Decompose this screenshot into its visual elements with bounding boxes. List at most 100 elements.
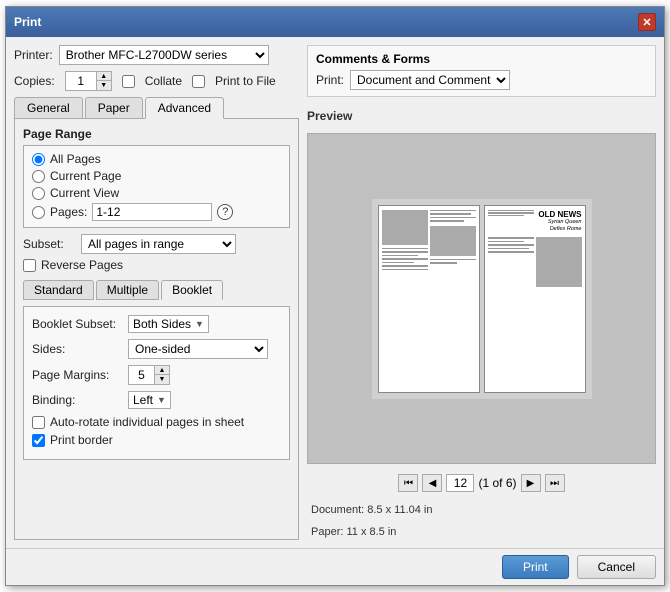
reverse-pages-label: Reverse Pages <box>41 258 123 272</box>
auto-rotate-label: Auto-rotate individual pages in sheet <box>50 415 244 429</box>
left-panel: Printer: Brother MFC-L2700DW series Copi… <box>14 45 299 540</box>
dialog-body: Printer: Brother MFC-L2700DW series Copi… <box>6 37 664 548</box>
nav-prev-button[interactable]: ◀ <box>422 474 442 492</box>
all-pages-row: All Pages <box>32 152 281 166</box>
binding-value: Left <box>133 393 153 407</box>
current-view-label: Current View <box>50 186 119 200</box>
copies-spinner[interactable]: ▲ ▼ <box>65 71 112 91</box>
printer-row: Printer: Brother MFC-L2700DW series <box>14 45 299 65</box>
binding-arrow: ▼ <box>157 395 166 405</box>
preview-subheadline2: Defies Rome <box>536 226 582 233</box>
copies-down-button[interactable]: ▼ <box>97 81 111 90</box>
preview-subheadline1: Syrian Queen <box>536 219 582 226</box>
binding-dropdown[interactable]: Left ▼ <box>128 391 171 409</box>
auto-rotate-row: Auto-rotate individual pages in sheet <box>32 415 281 429</box>
cancel-button[interactable]: Cancel <box>577 555 656 579</box>
sides-select[interactable]: One-sided <box>128 339 268 359</box>
copies-label: Copies: <box>14 74 55 88</box>
print-to-file-checkbox[interactable] <box>192 75 205 88</box>
comments-print-select[interactable]: Document and Comments <box>350 70 510 90</box>
reverse-pages-checkbox[interactable] <box>23 259 36 272</box>
sides-label: Sides: <box>32 342 122 356</box>
printer-label: Printer: <box>14 48 53 62</box>
page-range-box: All Pages Current Page Current View <box>23 145 290 228</box>
current-page-row: Current Page <box>32 169 281 183</box>
comments-forms-title: Comments & Forms <box>316 52 647 66</box>
nav-last-button[interactable]: ⏭ <box>545 474 565 492</box>
right-panel: Comments & Forms Print: Document and Com… <box>307 45 656 540</box>
pages-row: Pages: ? <box>32 203 281 221</box>
nav-page-input[interactable] <box>446 474 474 492</box>
margins-label: Page Margins: <box>32 368 122 382</box>
booklet-subset-row: Booklet Subset: Both Sides ▼ <box>32 315 281 333</box>
margins-input[interactable] <box>129 367 154 383</box>
all-pages-label: All Pages <box>50 152 101 166</box>
subset-label: Subset: <box>23 237 73 251</box>
copies-spin-buttons: ▲ ▼ <box>96 72 111 90</box>
auto-rotate-checkbox[interactable] <box>32 416 45 429</box>
page-range-title: Page Range <box>23 127 290 141</box>
preview-nav: ⏮ ◀ (1 of 6) ▶ ⏭ <box>307 470 656 496</box>
margins-row: Page Margins: ▲ ▼ <box>32 365 281 385</box>
booklet-subset-arrow: ▼ <box>195 319 204 329</box>
sides-row: Sides: One-sided <box>32 339 281 359</box>
main-tabs: General Paper Advanced <box>14 97 299 119</box>
binding-row: Binding: Left ▼ <box>32 391 281 409</box>
current-page-label: Current Page <box>50 169 121 183</box>
subtab-standard[interactable]: Standard <box>23 280 94 300</box>
preview-headline: OLD NEWS <box>536 210 582 220</box>
subtab-booklet[interactable]: Booklet <box>161 280 223 300</box>
document-info: Document: 8.5 x 11.04 in <box>307 502 656 518</box>
print-border-label: Print border <box>50 433 113 447</box>
preview-box: OLD NEWS Syrian Queen Defies Rome <box>307 133 656 464</box>
margins-down-button[interactable]: ▼ <box>155 375 169 384</box>
pages-help-button[interactable]: ? <box>217 204 233 220</box>
nav-next-button[interactable]: ▶ <box>521 474 541 492</box>
dialog-title: Print <box>14 15 41 29</box>
copies-row: Copies: ▲ ▼ Collate Print to File <box>14 71 299 91</box>
print-dialog: Print ✕ Printer: Brother MFC-L2700DW ser… <box>5 6 665 586</box>
preview-title: Preview <box>307 109 656 123</box>
collate-checkbox[interactable] <box>122 75 135 88</box>
comments-print-label: Print: <box>316 73 344 87</box>
tab-paper[interactable]: Paper <box>85 97 143 118</box>
booklet-subset-value: Both Sides <box>133 317 191 331</box>
print-to-file-label: Print to File <box>215 74 276 88</box>
current-page-radio[interactable] <box>32 170 45 183</box>
dialog-footer: Print Cancel <box>6 548 664 585</box>
title-bar: Print ✕ <box>6 7 664 37</box>
tab-general[interactable]: General <box>14 97 83 118</box>
preview-page-left <box>378 205 480 393</box>
print-border-checkbox[interactable] <box>32 434 45 447</box>
printer-select[interactable]: Brother MFC-L2700DW series <box>59 45 269 65</box>
subtab-multiple[interactable]: Multiple <box>96 280 159 300</box>
tab-advanced[interactable]: Advanced <box>145 97 224 119</box>
paper-info: Paper: 11 x 8.5 in <box>307 524 656 540</box>
subset-row: Subset: All pages in range <box>23 234 290 254</box>
print-border-row: Print border <box>32 433 281 447</box>
tab-content-advanced: Page Range All Pages Current Page Cur <box>14 119 299 540</box>
binding-label: Binding: <box>32 393 122 407</box>
subset-select[interactable]: All pages in range <box>81 234 236 254</box>
margins-up-button[interactable]: ▲ <box>155 366 169 375</box>
booklet-subset-dropdown[interactable]: Both Sides ▼ <box>128 315 209 333</box>
copies-input[interactable] <box>66 73 96 89</box>
current-view-row: Current View <box>32 186 281 200</box>
preview-inner: OLD NEWS Syrian Queen Defies Rome <box>372 199 592 399</box>
comments-print-row: Print: Document and Comments <box>316 70 647 90</box>
booklet-section: Booklet Subset: Both Sides ▼ Sides: One-… <box>23 306 290 460</box>
copies-up-button[interactable]: ▲ <box>97 72 111 81</box>
subtabs: Standard Multiple Booklet <box>23 280 290 300</box>
print-button[interactable]: Print <box>502 555 569 579</box>
comments-forms-section: Comments & Forms Print: Document and Com… <box>307 45 656 97</box>
margins-spinner[interactable]: ▲ ▼ <box>128 365 170 385</box>
current-view-radio[interactable] <box>32 187 45 200</box>
reverse-row: Reverse Pages <box>23 258 290 272</box>
pages-input[interactable] <box>92 203 212 221</box>
margins-spin-buttons: ▲ ▼ <box>154 366 169 384</box>
nav-first-button[interactable]: ⏮ <box>398 474 418 492</box>
close-button[interactable]: ✕ <box>638 13 656 31</box>
pages-label: Pages: <box>50 205 87 219</box>
pages-radio[interactable] <box>32 206 45 219</box>
all-pages-radio[interactable] <box>32 153 45 166</box>
